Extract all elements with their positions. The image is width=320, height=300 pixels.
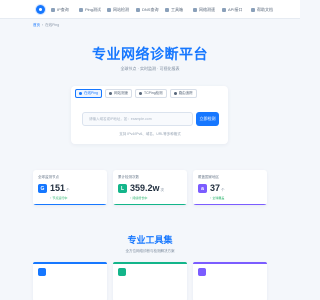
breadcrumb-separator: › [42, 23, 44, 27]
speed-icon [109, 92, 113, 95]
tool-tabs: 在线Ping 网站测速 TCPing检测 路由追踪 [75, 89, 197, 98]
tool-icon-green [118, 268, 126, 276]
search-input[interactable] [89, 117, 192, 121]
region-icon: a [198, 184, 207, 193]
tab-tcping[interactable]: TCPing检测 [135, 89, 167, 98]
tool-card[interactable] [113, 262, 187, 300]
tool-accent-bar [193, 262, 267, 264]
tool-card[interactable] [193, 262, 267, 300]
stat-label: 累计检测次数 [118, 175, 139, 179]
tab-site-speed[interactable]: 网站测速 [105, 89, 133, 98]
pulse-icon [79, 7, 83, 12]
stat-value: 151个 [50, 183, 70, 193]
stat-trend: ↑ 持续增长中 [130, 196, 148, 200]
nav-item-docs[interactable]: 帮助文档 [251, 5, 273, 14]
tab-ping[interactable]: 在线Ping [75, 89, 103, 98]
ping-icon [79, 92, 82, 95]
api-icon [222, 7, 226, 12]
breadcrumb: 首页 › 在线Ping [33, 23, 59, 28]
speed-icon [193, 7, 197, 12]
stat-label: 全球监测节点 [38, 175, 59, 179]
start-test-button[interactable]: 立即检测 [196, 112, 219, 126]
toolbox-icon [165, 7, 169, 12]
nav-item-site[interactable]: 网站检测 [107, 5, 129, 14]
tool-icon-blue [38, 268, 46, 276]
nav-item-ip[interactable]: IP查询 [51, 5, 69, 14]
search-box [82, 112, 193, 126]
nav-item-toolbox[interactable]: 工具箱 [165, 5, 183, 14]
stat-value: 37个 [210, 183, 225, 193]
stat-value: 359.2w次 [130, 183, 165, 193]
nav-item-speed[interactable]: 网络测速 [193, 5, 215, 14]
section-subtitle: 全方位网络诊断与检测解决方案 [125, 249, 175, 253]
stat-card-regions: 覆盖国家地区 a 37个 ↑ 全球覆盖 [193, 170, 267, 205]
stat-trend: ↑ 节点运行中 [50, 196, 68, 200]
stat-label: 覆盖国家地区 [198, 175, 219, 179]
route-icon [173, 92, 177, 95]
tool-icon-purple [198, 268, 206, 276]
search-hint: 支持 IPv4/IPv6、域名、URL等多种格式 [119, 132, 181, 136]
stat-card-tests: 累计检测次数 L 359.2w次 ↑ 持续增长中 [113, 170, 187, 205]
breadcrumb-current: 在线Ping [45, 23, 60, 27]
top-navbar: IP查询 Ping测试 网站检测 DNS查询 工具箱 网络测速 API接口 帮助… [0, 0, 300, 19]
nodes-icon: G [38, 184, 47, 193]
tab-traceroute[interactable]: 路由追踪 [169, 89, 197, 98]
globe-icon [51, 7, 55, 12]
nav-item-api[interactable]: API接口 [222, 5, 242, 14]
stat-accent-bar [33, 203, 107, 205]
chart-icon: L [118, 184, 127, 193]
page-subtitle: 全球节点 · 实时监测 · 可视化报表 [120, 66, 180, 71]
nav-item-ping[interactable]: Ping测试 [79, 5, 101, 14]
tool-accent-bar [33, 262, 107, 264]
dns-icon [136, 7, 140, 12]
book-icon [251, 7, 255, 12]
nav-item-dns[interactable]: DNS查询 [136, 5, 158, 14]
stat-card-nodes: 全球监测节点 G 151个 ↑ 节点运行中 [33, 170, 107, 205]
section-title: 专业工具集 [127, 235, 173, 245]
stat-accent-bar [193, 203, 267, 205]
tool-accent-bar [113, 262, 187, 264]
tool-card[interactable] [33, 262, 107, 300]
logo-icon[interactable] [36, 5, 45, 14]
breadcrumb-home[interactable]: 首页 [33, 23, 40, 28]
page-title: 专业网络诊断平台 [92, 46, 208, 62]
monitor-icon [107, 7, 111, 12]
tcp-icon [139, 92, 143, 95]
stat-trend: ↑ 全球覆盖 [210, 196, 225, 200]
stat-accent-bar [113, 203, 187, 205]
